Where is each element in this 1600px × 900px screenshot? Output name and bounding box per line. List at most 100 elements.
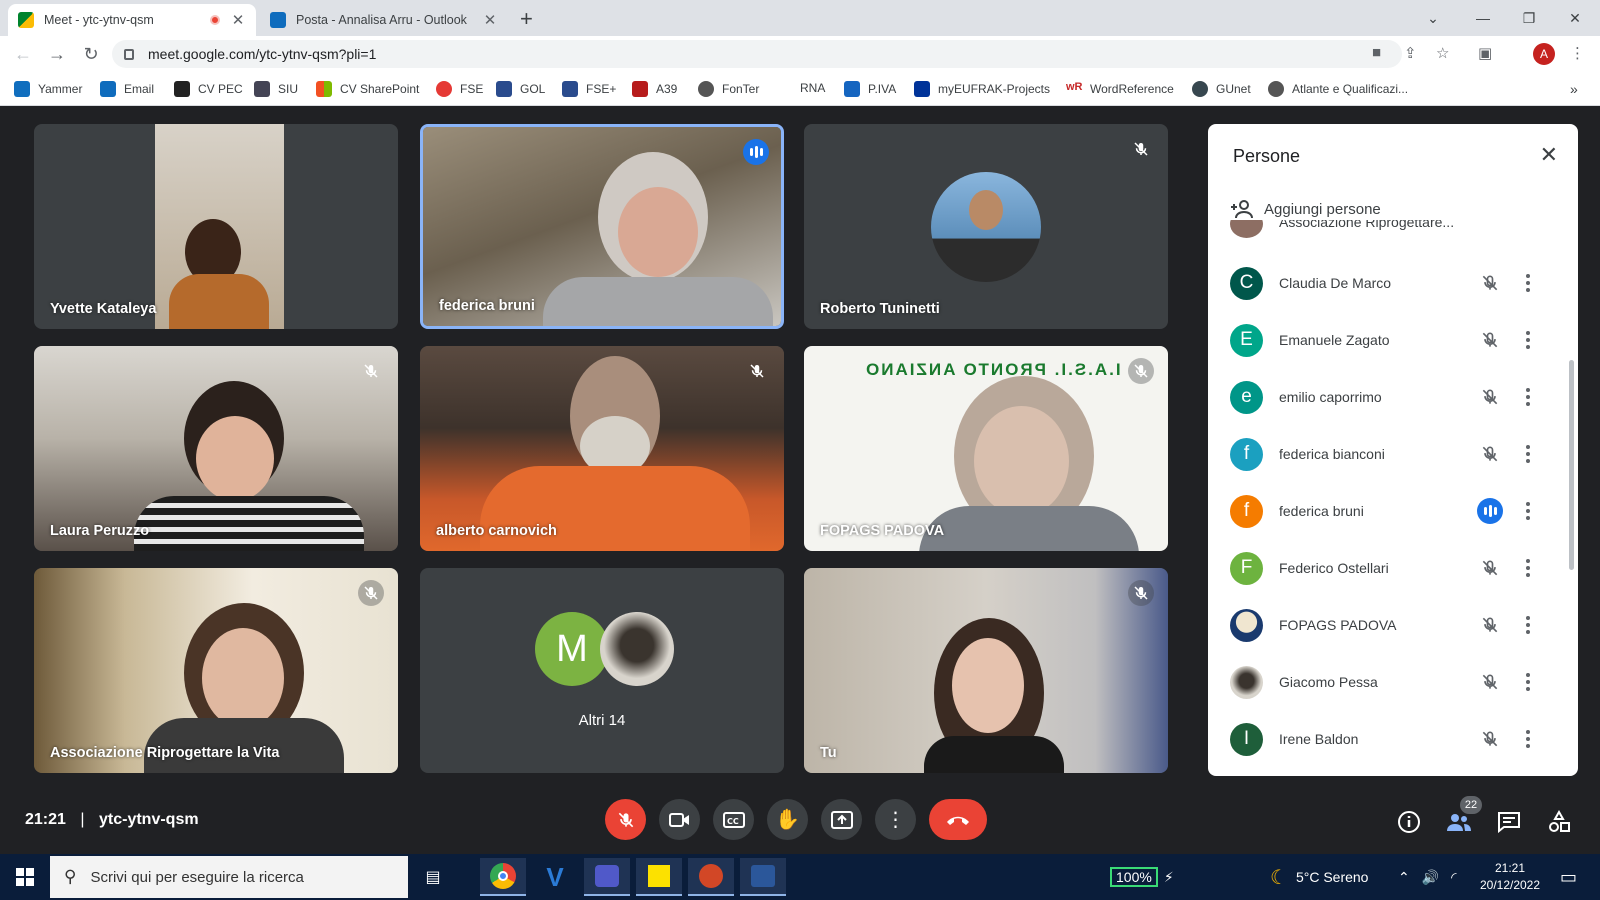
bookmark-yammer[interactable]: Yammer: [14, 81, 82, 97]
mic-off-icon[interactable]: [1477, 726, 1503, 752]
bookmark-gunet[interactable]: GUnet: [1192, 81, 1251, 97]
video-tile[interactable]: Roberto Tuninetti: [804, 124, 1168, 329]
notifications-icon[interactable]: ▭: [1560, 854, 1577, 900]
video-tile-self[interactable]: Tu: [804, 568, 1168, 773]
bookmark-myeufrak[interactable]: myEUFRAK-Projects: [914, 81, 1050, 97]
meeting-details-button[interactable]: [1396, 809, 1422, 835]
profile-avatar[interactable]: A: [1533, 43, 1555, 65]
chrome-taskbar-icon[interactable]: [480, 858, 526, 896]
taskbar-clock[interactable]: 21:21 20/12/2022: [1470, 854, 1550, 900]
more-options-icon[interactable]: [1523, 388, 1533, 406]
add-people-button[interactable]: Aggiungi persone: [1230, 199, 1381, 219]
video-tile[interactable]: Laura Peruzzo: [34, 346, 398, 551]
forward-icon[interactable]: →: [40, 44, 74, 65]
side-panel-icon[interactable]: ▣: [1478, 44, 1492, 62]
address-bar[interactable]: meet.google.com/ytc-ytnv-qsm?pli=1: [112, 40, 1402, 68]
bookmark-fse[interactable]: FSE: [436, 81, 483, 97]
mic-off-icon[interactable]: [1477, 384, 1503, 410]
bookmark-cv-pec[interactable]: CV PEC: [174, 81, 243, 97]
share-icon[interactable]: ⇪: [1404, 44, 1417, 62]
tab-outlook[interactable]: Posta - Annalisa Arru - Outlook ✕: [260, 4, 508, 36]
powerpoint-taskbar-icon[interactable]: [688, 858, 734, 896]
mic-toggle-button[interactable]: [605, 799, 646, 840]
vs-taskbar-icon[interactable]: V: [532, 858, 578, 896]
system-tray[interactable]: ⌃ 🔊 ◜: [1398, 854, 1457, 900]
tab-search-icon[interactable]: ⌄: [1410, 0, 1456, 36]
bookmark-star-icon[interactable]: ☆: [1436, 44, 1449, 62]
more-options-icon[interactable]: [1523, 331, 1533, 349]
list-item[interactable]: Giacomo Pessa: [1230, 661, 1560, 703]
bookmark-wordreference[interactable]: wR WordReference: [1066, 81, 1174, 97]
word-taskbar-icon[interactable]: [740, 858, 786, 896]
bookmark-rna[interactable]: RNA: [800, 81, 825, 95]
list-item[interactable]: C Claudia De Marco: [1230, 262, 1560, 304]
tab-meet[interactable]: Meet - ytc-ytnv-qsm ✕: [8, 4, 256, 36]
raise-hand-button[interactable]: ✋: [767, 799, 808, 840]
more-options-button[interactable]: ⋮: [875, 799, 916, 840]
list-item[interactable]: f federica bruni: [1230, 490, 1560, 532]
video-tile[interactable]: I.A.S.I. PRONTO ANZIANO FOPAGS PADOVA: [804, 346, 1168, 551]
more-options-icon[interactable]: [1523, 445, 1533, 463]
bookmark-a39[interactable]: A39: [632, 81, 677, 97]
bookmark-gol[interactable]: GOL: [496, 81, 545, 97]
list-item[interactable]: I Irene Baldon: [1230, 718, 1560, 760]
bookmarks-overflow-icon[interactable]: »: [1570, 81, 1578, 97]
video-tile[interactable]: Associazione Riprogettare la Vita: [34, 568, 398, 773]
bookmark-atlante[interactable]: Atlante e Qualificazi...: [1268, 81, 1408, 97]
more-options-icon[interactable]: [1523, 274, 1533, 292]
chat-button[interactable]: [1496, 809, 1522, 835]
reload-icon[interactable]: ↻: [74, 44, 108, 65]
video-tile-active-speaker[interactable]: federica bruni: [420, 124, 784, 329]
captions-button[interactable]: CC: [713, 799, 754, 840]
browser-menu-icon[interactable]: ⋮: [1570, 44, 1585, 62]
list-item[interactable]: f federica bianconi: [1230, 433, 1560, 475]
new-tab-button[interactable]: +: [520, 6, 533, 32]
task-view-icon[interactable]: ▤: [410, 858, 456, 896]
panel-scrollbar[interactable]: [1569, 360, 1574, 570]
mic-off-icon[interactable]: [1477, 669, 1503, 695]
sticky-notes-taskbar-icon[interactable]: [636, 858, 682, 896]
more-options-icon[interactable]: [1523, 559, 1533, 577]
bookmark-email[interactable]: Email: [100, 81, 154, 97]
more-options-icon[interactable]: [1523, 616, 1533, 634]
restore-button[interactable]: ❐: [1506, 0, 1552, 36]
battery-indicator[interactable]: 100% ⚡: [1110, 854, 1174, 900]
wifi-icon[interactable]: ◜: [1451, 869, 1456, 886]
mic-off-icon[interactable]: [1477, 327, 1503, 353]
mic-off-icon[interactable]: [1477, 612, 1503, 638]
camera-toggle-button[interactable]: [659, 799, 700, 840]
people-button[interactable]: 22: [1446, 796, 1482, 835]
windows-start-icon[interactable]: [16, 868, 34, 886]
list-item[interactable]: FOPAGS PADOVA: [1230, 604, 1560, 646]
more-options-icon[interactable]: [1523, 730, 1533, 748]
camera-icon[interactable]: ■: [1372, 44, 1381, 61]
close-window-button[interactable]: ✕: [1552, 0, 1598, 36]
chevron-up-icon[interactable]: ⌃: [1398, 869, 1410, 886]
leave-call-button[interactable]: [929, 799, 987, 840]
taskbar-search-box[interactable]: ⚲ Scrivi qui per eseguire la ricerca: [50, 856, 408, 898]
close-tab-icon[interactable]: ✕: [230, 11, 246, 29]
bookmark-piva[interactable]: P.IVA: [844, 81, 896, 97]
bookmark-fse-plus[interactable]: FSE+: [562, 81, 616, 97]
minimize-button[interactable]: —: [1460, 0, 1506, 36]
present-screen-button[interactable]: [821, 799, 862, 840]
teams-taskbar-icon[interactable]: [584, 858, 630, 896]
mic-off-icon[interactable]: [1477, 555, 1503, 581]
volume-icon[interactable]: 🔊: [1422, 869, 1439, 886]
weather-widget[interactable]: ☾ 5°C Sereno: [1270, 854, 1368, 900]
close-panel-icon[interactable]: ✕: [1540, 142, 1558, 168]
close-tab-icon[interactable]: ✕: [482, 11, 498, 29]
more-options-icon[interactable]: [1523, 502, 1533, 520]
video-tile[interactable]: alberto carnovich: [420, 346, 784, 551]
mic-off-icon[interactable]: [1477, 441, 1503, 467]
bookmark-cv-sharepoint[interactable]: CV SharePoint: [316, 81, 419, 97]
bookmark-fonter[interactable]: FonTer: [698, 81, 759, 97]
video-tile[interactable]: Yvette Kataleya: [34, 124, 398, 329]
activities-button[interactable]: [1546, 809, 1572, 835]
list-item[interactable]: F Federico Ostellari: [1230, 547, 1560, 589]
bookmark-siu[interactable]: SIU: [254, 81, 298, 97]
more-options-icon[interactable]: [1523, 673, 1533, 691]
others-tile[interactable]: M Altri 14: [420, 568, 784, 773]
list-item[interactable]: E Emanuele Zagato: [1230, 319, 1560, 361]
back-icon[interactable]: ←: [6, 44, 40, 65]
